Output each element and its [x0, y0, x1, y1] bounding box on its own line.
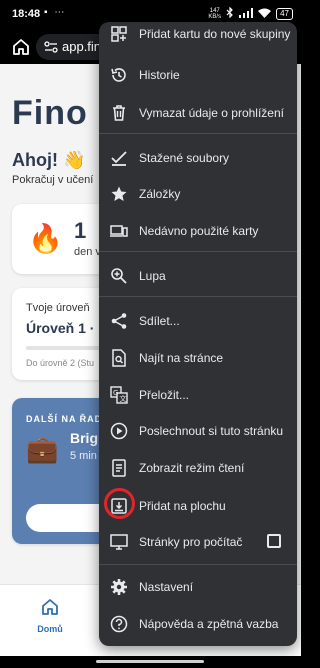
next-header: DALŠÍ NA ŘAD — [26, 414, 103, 424]
menu-item-label: Přidat na plochu — [139, 499, 226, 513]
menu-item-share[interactable]: Sdílet... — [99, 303, 297, 339]
next-lesson-duration: 5 min — [70, 450, 97, 462]
net-speed: 147 KB/s — [208, 8, 221, 20]
menu-item-recent-tabs[interactable]: Nedávno použité karty — [99, 213, 297, 249]
menu-item-desktop-site[interactable]: Stránky pro počítač — [99, 524, 297, 560]
streak-card[interactable]: 🔥 1 den v — [12, 204, 112, 274]
find-in-page-icon — [112, 349, 126, 367]
play-icon — [110, 422, 128, 440]
menu-item-clear-data[interactable]: Vymazat údaje o prohlížení — [99, 95, 297, 131]
highlight-circle — [104, 488, 135, 519]
next-lesson-card[interactable]: DALŠÍ NA ŘAD 💼 Brig 5 min — [12, 398, 112, 544]
menu-item-label: Přidat kartu do nové skupiny — [139, 27, 291, 41]
add-to-group-icon — [111, 26, 127, 42]
level-name: Úroveň 1 · — [26, 320, 95, 336]
site-settings-icon[interactable] — [44, 41, 58, 53]
menu-item-add-to-group[interactable]: Přidat kartu do nové skupiny — [99, 22, 297, 52]
reader-mode-icon — [112, 459, 126, 477]
briefcase-icon: 💼 — [26, 434, 59, 464]
menu-divider — [99, 296, 297, 297]
bluetooth-icon — [226, 6, 234, 21]
nav-home-icon — [42, 599, 58, 615]
gesture-bar — [0, 656, 301, 668]
gear-icon — [111, 579, 127, 595]
svg-text:G: G — [113, 389, 118, 397]
menu-item-zoom[interactable]: Lupa — [99, 258, 297, 294]
share-icon — [111, 313, 127, 329]
star-icon — [111, 186, 127, 201]
level-next-label: Do úrovně 2 (Stu — [26, 358, 95, 368]
menu-item-label: Stažené soubory — [139, 151, 230, 165]
menu-divider — [99, 251, 297, 252]
menu-item-label: Nedávno použité karty — [139, 224, 259, 238]
menu-item-help[interactable]: Nápověda a zpětná vazba — [99, 606, 297, 642]
menu-item-history[interactable]: Historie — [99, 57, 297, 93]
menu-divider — [99, 564, 297, 565]
menu-item-label: Nápověda a zpětná vazba — [139, 617, 279, 631]
zoom-icon — [111, 268, 127, 284]
status-time: 18:48 — [12, 8, 41, 20]
notification-icons: ▪ ⋯ — [44, 7, 67, 18]
menu-item-label: Historie — [139, 68, 180, 82]
trash-icon — [113, 105, 125, 121]
greeting-heading: Ahoj! 👋 — [12, 150, 86, 170]
nav-home-label: Domů — [37, 624, 63, 634]
menu-item-bookmarks[interactable]: Záložky — [99, 176, 297, 212]
menu-item-label: Nastavení — [139, 580, 194, 594]
menu-item-label: Sdílet... — [139, 314, 180, 328]
menu-item-label: Vymazat údaje o prohlížení — [139, 106, 284, 120]
signal-icon — [239, 7, 254, 21]
desktop-icon — [110, 534, 128, 550]
streak-label: den v — [74, 246, 101, 258]
menu-item-add-to-home[interactable]: Přidat na plochu — [99, 488, 297, 524]
menu-item-label: Stránky pro počítač — [139, 535, 243, 549]
status-right: 147 KB/s 47 — [208, 6, 293, 21]
battery-indicator: 47 — [276, 8, 293, 20]
level-card[interactable]: Tvoje úroveň Úroveň 1 · Do úrovně 2 (Stu — [12, 288, 112, 380]
menu-item-find-in-page[interactable]: Najít na stránce — [99, 340, 297, 376]
svg-text:文: 文 — [120, 394, 127, 403]
menu-item-reader-mode[interactable]: Zobrazit režim čtení — [99, 450, 297, 486]
net-speed-unit: KB/s — [208, 14, 222, 20]
next-lesson-title: Brig — [70, 430, 98, 446]
history-icon — [111, 68, 126, 82]
greeting-subtitle: Pokračuj v učení — [12, 174, 94, 186]
menu-item-label: Najít na stránce — [139, 351, 224, 365]
menu-divider — [99, 133, 297, 134]
menu-item-downloads[interactable]: Stažené soubory — [99, 140, 297, 176]
menu-item-label: Lupa — [139, 269, 166, 283]
brand-logo: Fino — [12, 94, 88, 132]
menu-item-label: Zobrazit režim čtení — [139, 461, 245, 475]
translate-icon: G文 — [110, 386, 128, 404]
fire-icon: 🔥 — [28, 223, 63, 254]
gesture-handle[interactable] — [96, 660, 204, 663]
devices-icon — [110, 225, 128, 237]
menu-item-translate[interactable]: G文 Přeložit... — [99, 377, 297, 413]
streak-number: 1 — [74, 218, 87, 243]
menu-item-label: Záložky — [139, 187, 181, 201]
desktop-site-checkbox[interactable] — [267, 534, 281, 548]
downloads-icon — [111, 151, 127, 166]
nav-home[interactable]: Domů — [28, 597, 72, 634]
menu-item-label: Přeložit... — [139, 388, 190, 402]
level-title: Tvoje úroveň — [26, 302, 90, 314]
help-icon — [110, 615, 128, 633]
menu-item-listen[interactable]: Poslechnout si tuto stránku — [99, 413, 297, 449]
menu-item-label: Poslechnout si tuto stránku — [139, 424, 284, 438]
browser-overflow-menu: Přidat kartu do nové skupiny Historie Vy… — [99, 22, 297, 646]
wifi-icon — [258, 8, 272, 21]
menu-item-settings[interactable]: Nastavení — [99, 569, 297, 605]
home-icon[interactable] — [10, 36, 32, 58]
